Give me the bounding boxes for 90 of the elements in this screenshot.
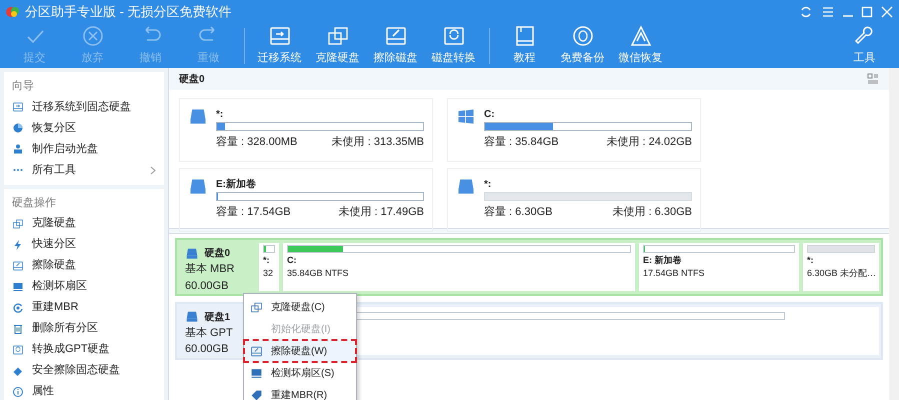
free-space-text: 未使用 : 17.49GB (338, 204, 424, 220)
cancel-icon (80, 24, 104, 48)
capacity-text: 容量 : 35.84GB (484, 134, 559, 150)
disk-name: 硬盘1 (204, 310, 230, 324)
drive-icon (185, 310, 199, 324)
capacity-text: 容量 : 328.00MB (216, 134, 298, 150)
bolt-icon (12, 238, 24, 250)
menu-item[interactable]: 检测坏扇区(S) (244, 362, 356, 384)
free-space-text: 未使用 : 6.30GB (612, 204, 692, 220)
rebuild-icon (12, 302, 24, 314)
sidebar-item[interactable]: 擦除硬盘 (4, 255, 164, 276)
disk-size: 60.00GB (185, 342, 230, 357)
toolbar-button[interactable]: 微信恢复 (612, 24, 670, 68)
toolbar-button[interactable]: 克隆硬盘 (308, 24, 366, 68)
partition-name: *: (216, 108, 224, 122)
drives-icon (250, 300, 263, 314)
partition-name: C: (484, 108, 496, 122)
sidebar-item[interactable]: 检测坏扇区 (4, 276, 164, 297)
free-space-text: 未使用 : 313.35MB (332, 134, 424, 150)
window-title: 分区助手专业版 - 无损分区免费软件 (25, 3, 232, 22)
sidebar-item[interactable]: 所有工具 (4, 160, 164, 180)
toolbar-button[interactable]: 擦除磁盘 (366, 24, 424, 68)
drive-cycle-icon (12, 344, 24, 356)
partition-card[interactable]: *: 容量 : 6.30GB 未使用 : 6.30GB (447, 168, 701, 232)
menu-icon[interactable] (821, 5, 835, 19)
person-icon (12, 143, 24, 155)
scan-icon (250, 366, 263, 380)
section-heading: 向导 (11, 79, 35, 94)
pie-icon (12, 122, 24, 134)
sidebar-item[interactable]: 快速分区 (4, 234, 164, 255)
section-heading: 硬盘操作 (11, 196, 57, 210)
partition-name: E:新加卷 (216, 177, 257, 192)
drive-icon (185, 246, 199, 260)
partition-name: C: (287, 255, 298, 266)
tag-icon (250, 388, 263, 400)
partition-block[interactable]: *: 6.30GB 未分配… (803, 243, 879, 291)
sidebar-item[interactable]: 克隆硬盘 (4, 213, 164, 234)
partition-card[interactable]: C: 容量 : 35.84GB 未使用 : 24.02GB (447, 98, 701, 162)
sidebar-item[interactable]: 恢复分区 (4, 118, 164, 138)
info-icon (12, 386, 24, 398)
triangle-logo-icon (628, 24, 652, 48)
sidebar-item[interactable]: 迁移系统到固态硬盘 (4, 96, 164, 118)
toolbar-button[interactable]: 磁盘转换 (424, 24, 482, 68)
drives-icon (12, 218, 24, 230)
free-space-text: 未使用 : 24.02GB (606, 134, 692, 150)
partition-name: *: (484, 178, 492, 192)
database-icon (570, 24, 594, 48)
sidebar-item[interactable]: 属性 (4, 381, 164, 400)
usage-bar (807, 245, 875, 253)
disk-header: 硬盘0 (179, 72, 205, 86)
sidebar-item[interactable]: 删除所有分区 (4, 318, 164, 339)
toolbar-button[interactable]: 迁移系统 (250, 24, 308, 68)
sidebar-item[interactable]: 转换成GPT硬盘 (4, 339, 164, 360)
partition-info: 35.84GB NTFS (287, 268, 350, 279)
partition-name: *: (807, 255, 814, 266)
capacity-text: 容量 : 6.30GB (484, 204, 552, 220)
trash-icon (12, 322, 24, 334)
partition-info: 6.30GB 未分配… (807, 268, 875, 279)
partition-name: E: 新加卷 (643, 255, 683, 266)
scrollbar[interactable] (889, 68, 899, 400)
disk-type: 基本 MBR (185, 262, 236, 277)
toolbar-button[interactable]: 教程 (496, 24, 554, 68)
eraser-icon (12, 364, 24, 376)
sidebar-item[interactable]: 安全擦除固态硬盘 (4, 360, 164, 381)
view-toggle-icon[interactable] (867, 73, 879, 85)
disk-row[interactable]: 硬盘0 基本 MBR 60.00GB *: 32 C: 35.84GB NTFS E: 新加卷 17.54GB NTFS *: 6.30GB 未分配… (175, 238, 883, 296)
partition-card[interactable]: *: 容量 : 328.00MB 未使用 : 313.35MB (179, 98, 433, 162)
disk-size: 60.00GB (185, 278, 230, 294)
partition-card[interactable]: E:新加卷 容量 : 17.54GB 未使用 : 17.49GB (179, 168, 433, 232)
app-logo-icon (6, 5, 20, 19)
capacity-text: 容量 : 17.54GB (216, 204, 291, 220)
disk-type: 基本 GPT (185, 326, 234, 340)
sidebar-item[interactable]: 重建MBR (4, 297, 164, 318)
maximize-icon[interactable] (860, 5, 874, 19)
tools-button[interactable]: 工具 (836, 24, 894, 68)
drive-icon (250, 344, 263, 358)
scan-icon (12, 280, 24, 292)
partition-info: 32 (263, 268, 274, 279)
drive-icon (12, 260, 24, 272)
menu-item[interactable]: 擦除硬盘(W) (244, 340, 356, 362)
toolbar-button[interactable]: 免费备份 (554, 24, 612, 68)
partition-info: 17.54GB NTFS (643, 268, 706, 279)
menu-item[interactable]: 重建MBR(R) (244, 384, 356, 400)
sidebar-item[interactable]: 制作启动光盘 (4, 138, 164, 160)
disk-name: 硬盘0 (204, 246, 230, 261)
partition-name: *: (263, 255, 270, 266)
partition-block[interactable]: *: 32 (259, 243, 279, 291)
partition-block[interactable]: E: 新加卷 17.54GB NTFS (639, 243, 799, 291)
partition-block[interactable]: C: 35.84GB NTFS (283, 243, 635, 291)
close-icon[interactable] (880, 5, 894, 19)
